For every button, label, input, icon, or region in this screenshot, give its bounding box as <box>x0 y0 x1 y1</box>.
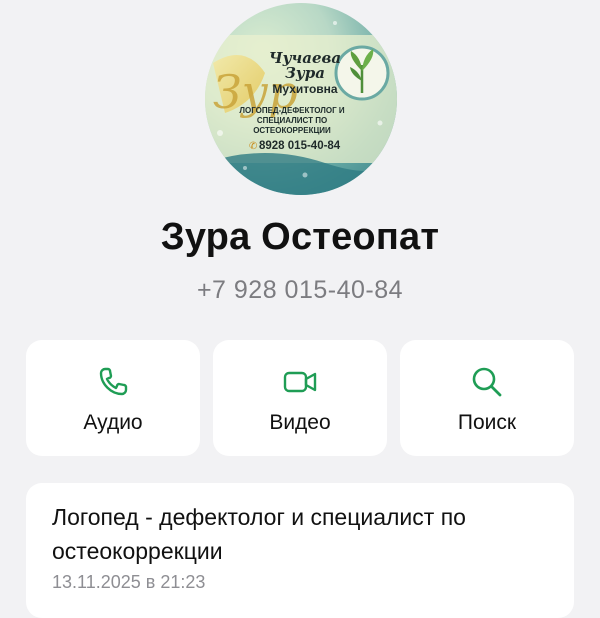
contact-bio-card[interactable]: Логопед - дефектолог и специалист по ост… <box>26 483 574 618</box>
avatar-name-line2: Зура <box>285 64 325 82</box>
video-call-button[interactable]: Видео <box>213 340 387 456</box>
search-label: Поиск <box>457 411 517 434</box>
video-label: Видео <box>269 411 331 434</box>
video-camera-icon <box>283 371 317 393</box>
audio-label: Аудио <box>83 411 143 434</box>
bio-text: Логопед - дефектолог и специалист по ост… <box>52 504 466 564</box>
avatar-phone-icon: ✆ <box>249 141 258 152</box>
contact-name: Зура Остеопат <box>160 216 440 258</box>
avatar-background: Зур <box>205 21 397 195</box>
avatar-role: ЛОГОПЕД-ДЕФЕКТОЛОГ И СПЕЦИАЛИСТ ПО ОСТЕО… <box>239 106 345 135</box>
audio-call-button[interactable]: Аудио <box>26 340 200 456</box>
search-icon <box>472 367 502 397</box>
avatar-name-line3: Мухитовна <box>272 82 338 96</box>
phone-icon <box>99 367 128 396</box>
avatar-phone: 8928 015-40-84 <box>259 140 341 152</box>
search-button[interactable]: Поиск <box>400 340 574 456</box>
bio-date: 13.11.2025 в 21:23 <box>52 572 206 592</box>
contact-avatar[interactable]: Зур Чучаева Зура Мухитовна ЛОГОПЕД-ДЕФЕК… <box>205 3 397 195</box>
contact-phone[interactable]: +7 928 015-40-84 <box>0 276 600 305</box>
